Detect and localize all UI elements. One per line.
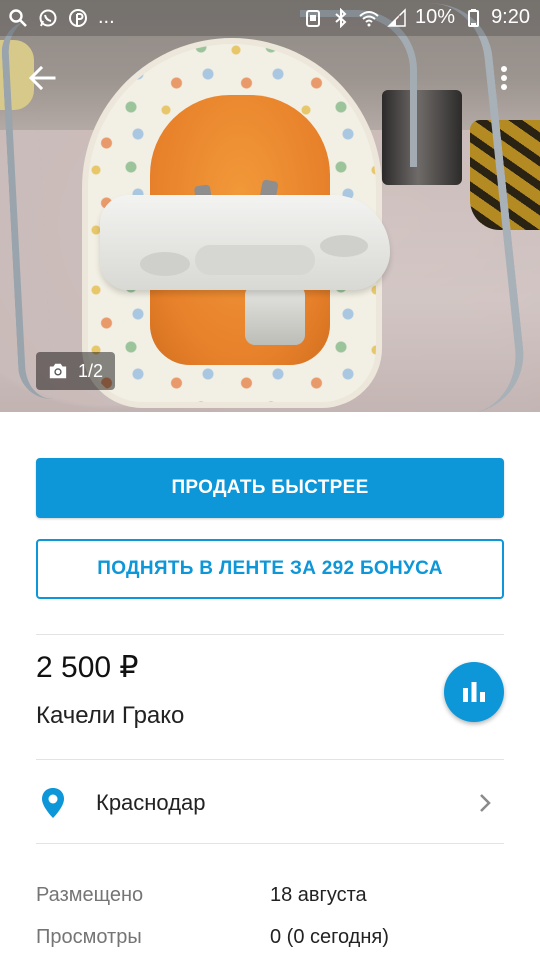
whatsapp-icon <box>39 9 57 26</box>
bluetooth-icon <box>335 7 347 28</box>
sell-faster-button[interactable]: ПРОДАТЬ БЫСТРЕЕ <box>36 458 504 518</box>
back-button[interactable] <box>24 60 60 96</box>
battery-icon <box>468 8 480 27</box>
statistics-button[interactable] <box>444 662 504 722</box>
chevron-right-icon <box>480 794 491 812</box>
more-options-button[interactable] <box>488 60 520 96</box>
recycle-notification-icon <box>306 9 321 27</box>
photo-counter-text: 1/2 <box>77 360 103 381</box>
photo-detail <box>320 235 368 257</box>
boost-listing-button[interactable]: ПОДНЯТЬ В ЛЕНТЕ ЗА 292 БОНУСА <box>36 539 504 599</box>
search-icon <box>9 8 27 27</box>
listing-photo[interactable] <box>0 0 540 412</box>
arrow-back-icon <box>28 65 56 91</box>
status-left: ... <box>8 6 115 29</box>
more-vertical-icon <box>501 66 507 90</box>
photo-detail <box>245 285 305 345</box>
status-right: ! 10% 9:20 <box>303 6 530 29</box>
divider <box>36 843 504 844</box>
posted-value: 18 августа <box>270 884 367 906</box>
status-time: 9:20 <box>491 6 530 28</box>
status-bar: ... ! 10% 9:20 <box>0 0 540 36</box>
camera-icon <box>49 363 67 379</box>
svg-text:!: ! <box>398 14 401 24</box>
location-row[interactable]: Краснодар <box>0 760 540 844</box>
photo-detail <box>195 245 315 275</box>
location-city: Краснодар <box>96 790 206 815</box>
photo-detail <box>140 252 190 276</box>
divider <box>36 634 504 635</box>
pinterest-icon <box>69 8 87 27</box>
location-pin-icon <box>42 788 64 818</box>
signal-icon: ! <box>387 7 406 27</box>
wifi-icon <box>359 10 379 26</box>
battery-percent: 10% <box>415 6 456 28</box>
bar-chart-icon <box>463 682 485 702</box>
listing-title: Качели Грако <box>36 702 185 729</box>
photo-counter: 1/2 <box>36 352 115 390</box>
listing-price: 2 500 ₽ <box>36 651 139 684</box>
posted-label: Размещено <box>36 884 144 906</box>
views-value: 0 (0 сегодня) <box>270 926 389 948</box>
views-label: Просмотры <box>36 926 142 948</box>
overflow-dots: ... <box>98 6 115 28</box>
